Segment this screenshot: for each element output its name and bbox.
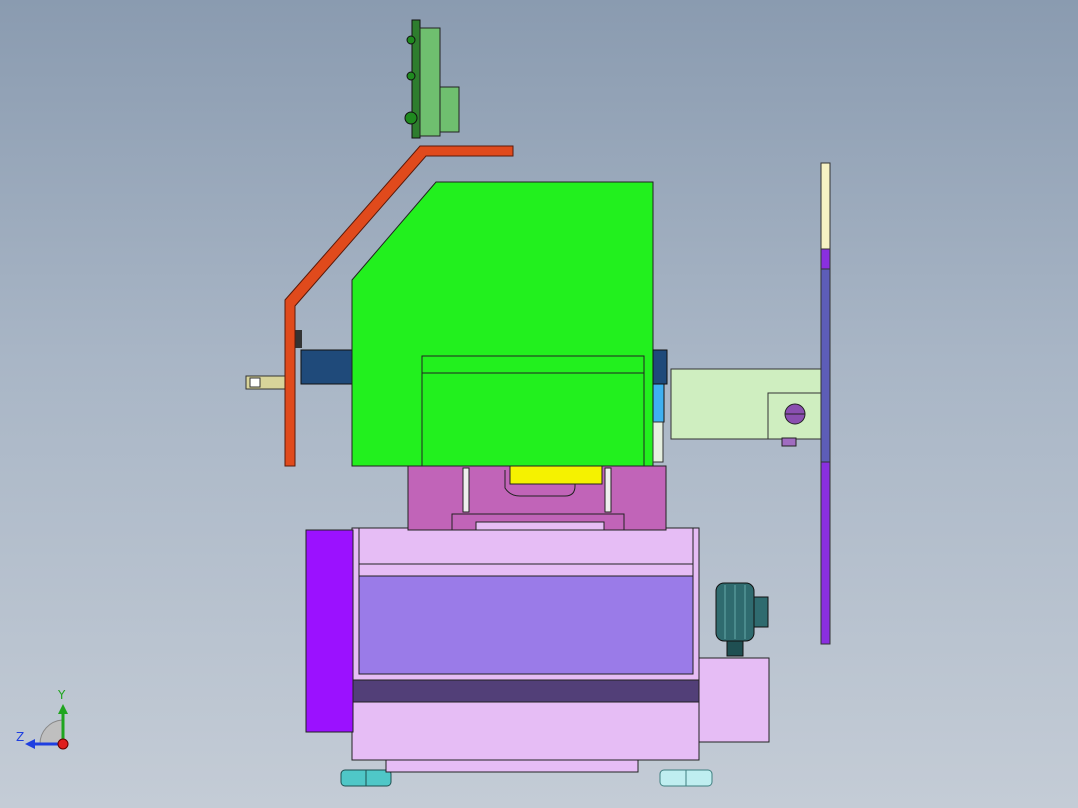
vertical-rod <box>820 162 831 645</box>
coordinate-triad <box>25 704 69 750</box>
foot-left <box>340 769 392 787</box>
cad-viewport[interactable]: Y Z <box>0 0 1078 808</box>
right-bracket <box>670 368 823 447</box>
motor <box>715 582 769 657</box>
model-view[interactable] <box>0 0 1078 808</box>
upper-bracket <box>404 19 460 139</box>
center-panel <box>358 575 694 675</box>
motor-box <box>698 657 770 743</box>
foot-right <box>659 769 713 787</box>
origin-point <box>57 738 69 750</box>
y-axis-label: Y <box>58 688 66 702</box>
left-shaft <box>245 330 354 390</box>
dark-rail <box>351 679 700 703</box>
z-axis-label: Z <box>16 730 25 744</box>
yellow-block <box>509 463 603 485</box>
main-housing <box>351 181 668 467</box>
base-frame <box>351 527 700 773</box>
side-panel <box>305 529 354 733</box>
